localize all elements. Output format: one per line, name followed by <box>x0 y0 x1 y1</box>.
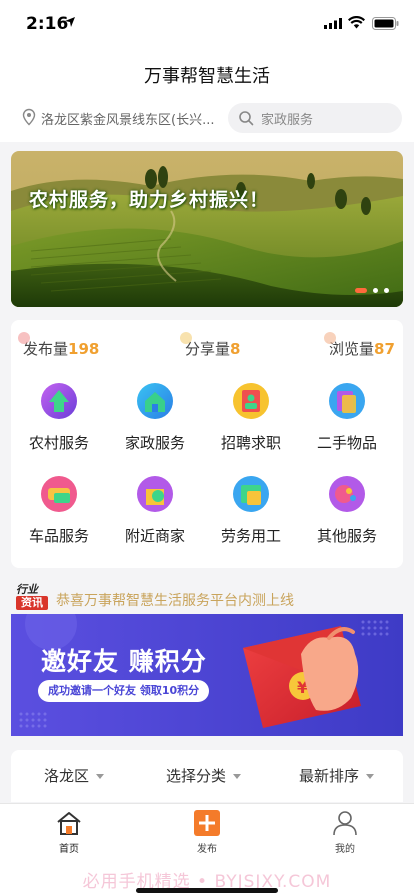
tab-bar: 首页 发布 我的 必用手机精选 • BYJSJXY.COM <box>0 803 414 896</box>
news-text[interactable]: 恭喜万事帮智慧生活服务平台内测上线 <box>56 590 294 610</box>
category-label: 家政服务 <box>124 434 185 452</box>
battery-icon <box>372 17 399 30</box>
carousel-dot[interactable] <box>384 288 389 293</box>
category-nearby[interactable]: 附近商家 <box>107 475 203 555</box>
stat-label: 发布量 <box>23 340 69 358</box>
location-pin-icon[interactable] <box>21 108 37 126</box>
category-label: 招聘求职 <box>220 434 281 452</box>
stat-dot <box>324 332 336 344</box>
nearby-store-icon <box>137 476 173 512</box>
car-service-icon <box>41 476 77 512</box>
invite-banner[interactable]: ¥ 邀好友 赚积分 成功邀请一个好友 领取10积分 <box>11 614 403 736</box>
recruit-icon <box>233 383 269 419</box>
chevron-down-icon <box>233 774 242 779</box>
location-text[interactable]: 洛龙区紫金风景线东区(长兴... <box>41 109 219 128</box>
home-indicator <box>136 888 278 893</box>
search-placeholder: 家政服务 <box>261 113 314 128</box>
category-recruit[interactable]: 招聘求职 <box>203 382 299 462</box>
tab-home[interactable]: 首页 <box>29 810 109 855</box>
stat-share: 分享量8 <box>180 332 241 359</box>
services-card: 发布量198 分享量8 浏览量87 农村服务 家政服务 招聘求职 二手物品 车品… <box>11 320 403 568</box>
filter-district[interactable]: 洛龙区 <box>44 765 105 786</box>
category-secondhand[interactable]: 二手物品 <box>299 382 395 462</box>
news-badge-bottom: 资讯 <box>16 596 48 610</box>
carousel-dot[interactable] <box>373 288 378 293</box>
stat-dot <box>180 332 192 344</box>
home-icon <box>57 812 81 835</box>
category-car[interactable]: 车品服务 <box>11 475 107 555</box>
wifi-icon <box>348 16 365 29</box>
filter-label: 洛龙区 <box>44 767 90 785</box>
chevron-down-icon <box>96 774 105 779</box>
carousel-indicator <box>349 280 389 299</box>
stat-value: 8 <box>230 340 241 358</box>
promo-banner[interactable]: 农村服务，助力乡村振兴！ <box>11 151 403 307</box>
stat-value: 87 <box>374 340 395 358</box>
invite-subtitle: 成功邀请一个好友 领取10积分 <box>38 680 210 702</box>
publish-icon <box>194 810 220 836</box>
filter-bar: 洛龙区 选择分类 最新排序 <box>11 750 403 802</box>
other-service-icon <box>329 476 365 512</box>
category-other[interactable]: 其他服务 <box>299 475 395 555</box>
signal-icon <box>324 18 342 29</box>
filter-category[interactable]: 选择分类 <box>166 765 242 786</box>
banner-image <box>11 151 403 307</box>
house-service-icon <box>137 383 173 419</box>
profile-icon <box>333 811 357 836</box>
carousel-dot[interactable] <box>355 288 367 293</box>
category-rural[interactable]: 农村服务 <box>11 382 107 462</box>
category-label: 附近商家 <box>124 527 185 545</box>
stat-label: 浏览量 <box>329 340 375 358</box>
tab-label: 发布 <box>197 844 217 855</box>
location-arrow-icon <box>65 17 75 27</box>
category-labor[interactable]: 劳务用工 <box>203 475 299 555</box>
tab-label: 我的 <box>335 844 355 855</box>
banner-caption: 农村服务，助力乡村振兴！ <box>29 189 270 211</box>
category-label: 农村服务 <box>28 434 89 452</box>
status-bar: 2:16 <box>0 0 414 48</box>
search-icon <box>239 111 254 126</box>
tab-label: 首页 <box>59 844 79 855</box>
news-bar[interactable]: 行业 资讯 恭喜万事帮智慧生活服务平台内测上线 <box>11 580 403 616</box>
category-housekeeping[interactable]: 家政服务 <box>107 382 203 462</box>
invite-title: 邀好友 赚积分 <box>41 647 207 676</box>
page-title: 万事帮智慧生活 <box>144 66 270 87</box>
category-label: 劳务用工 <box>220 527 281 545</box>
rural-service-icon <box>41 383 77 419</box>
search-input[interactable]: 家政服务 <box>228 103 402 133</box>
chevron-down-icon <box>366 774 375 779</box>
filter-sort[interactable]: 最新排序 <box>299 765 375 786</box>
tab-profile[interactable]: 我的 <box>305 810 385 855</box>
stat-publish: 发布量198 <box>18 332 100 359</box>
filter-label: 最新排序 <box>299 767 360 785</box>
status-time: 2:16 <box>26 14 69 34</box>
tab-publish[interactable]: 发布 <box>167 810 247 855</box>
stat-views: 浏览量87 <box>324 332 395 359</box>
industry-news-badge: 行业 资讯 <box>16 583 48 611</box>
category-label: 车品服务 <box>28 527 89 545</box>
category-label: 二手物品 <box>316 434 377 452</box>
location-search-bar: 洛龙区紫金风景线东区(长兴... 家政服务 <box>0 98 414 142</box>
labor-icon <box>233 476 269 512</box>
news-badge-top: 行业 <box>16 583 38 596</box>
stat-label: 分享量 <box>185 340 231 358</box>
category-label: 其他服务 <box>316 527 377 545</box>
secondhand-icon <box>329 383 365 419</box>
filter-label: 选择分类 <box>166 767 227 785</box>
stat-dot <box>18 332 30 344</box>
stat-value: 198 <box>68 340 100 358</box>
header: 万事帮智慧生活 <box>0 48 414 98</box>
